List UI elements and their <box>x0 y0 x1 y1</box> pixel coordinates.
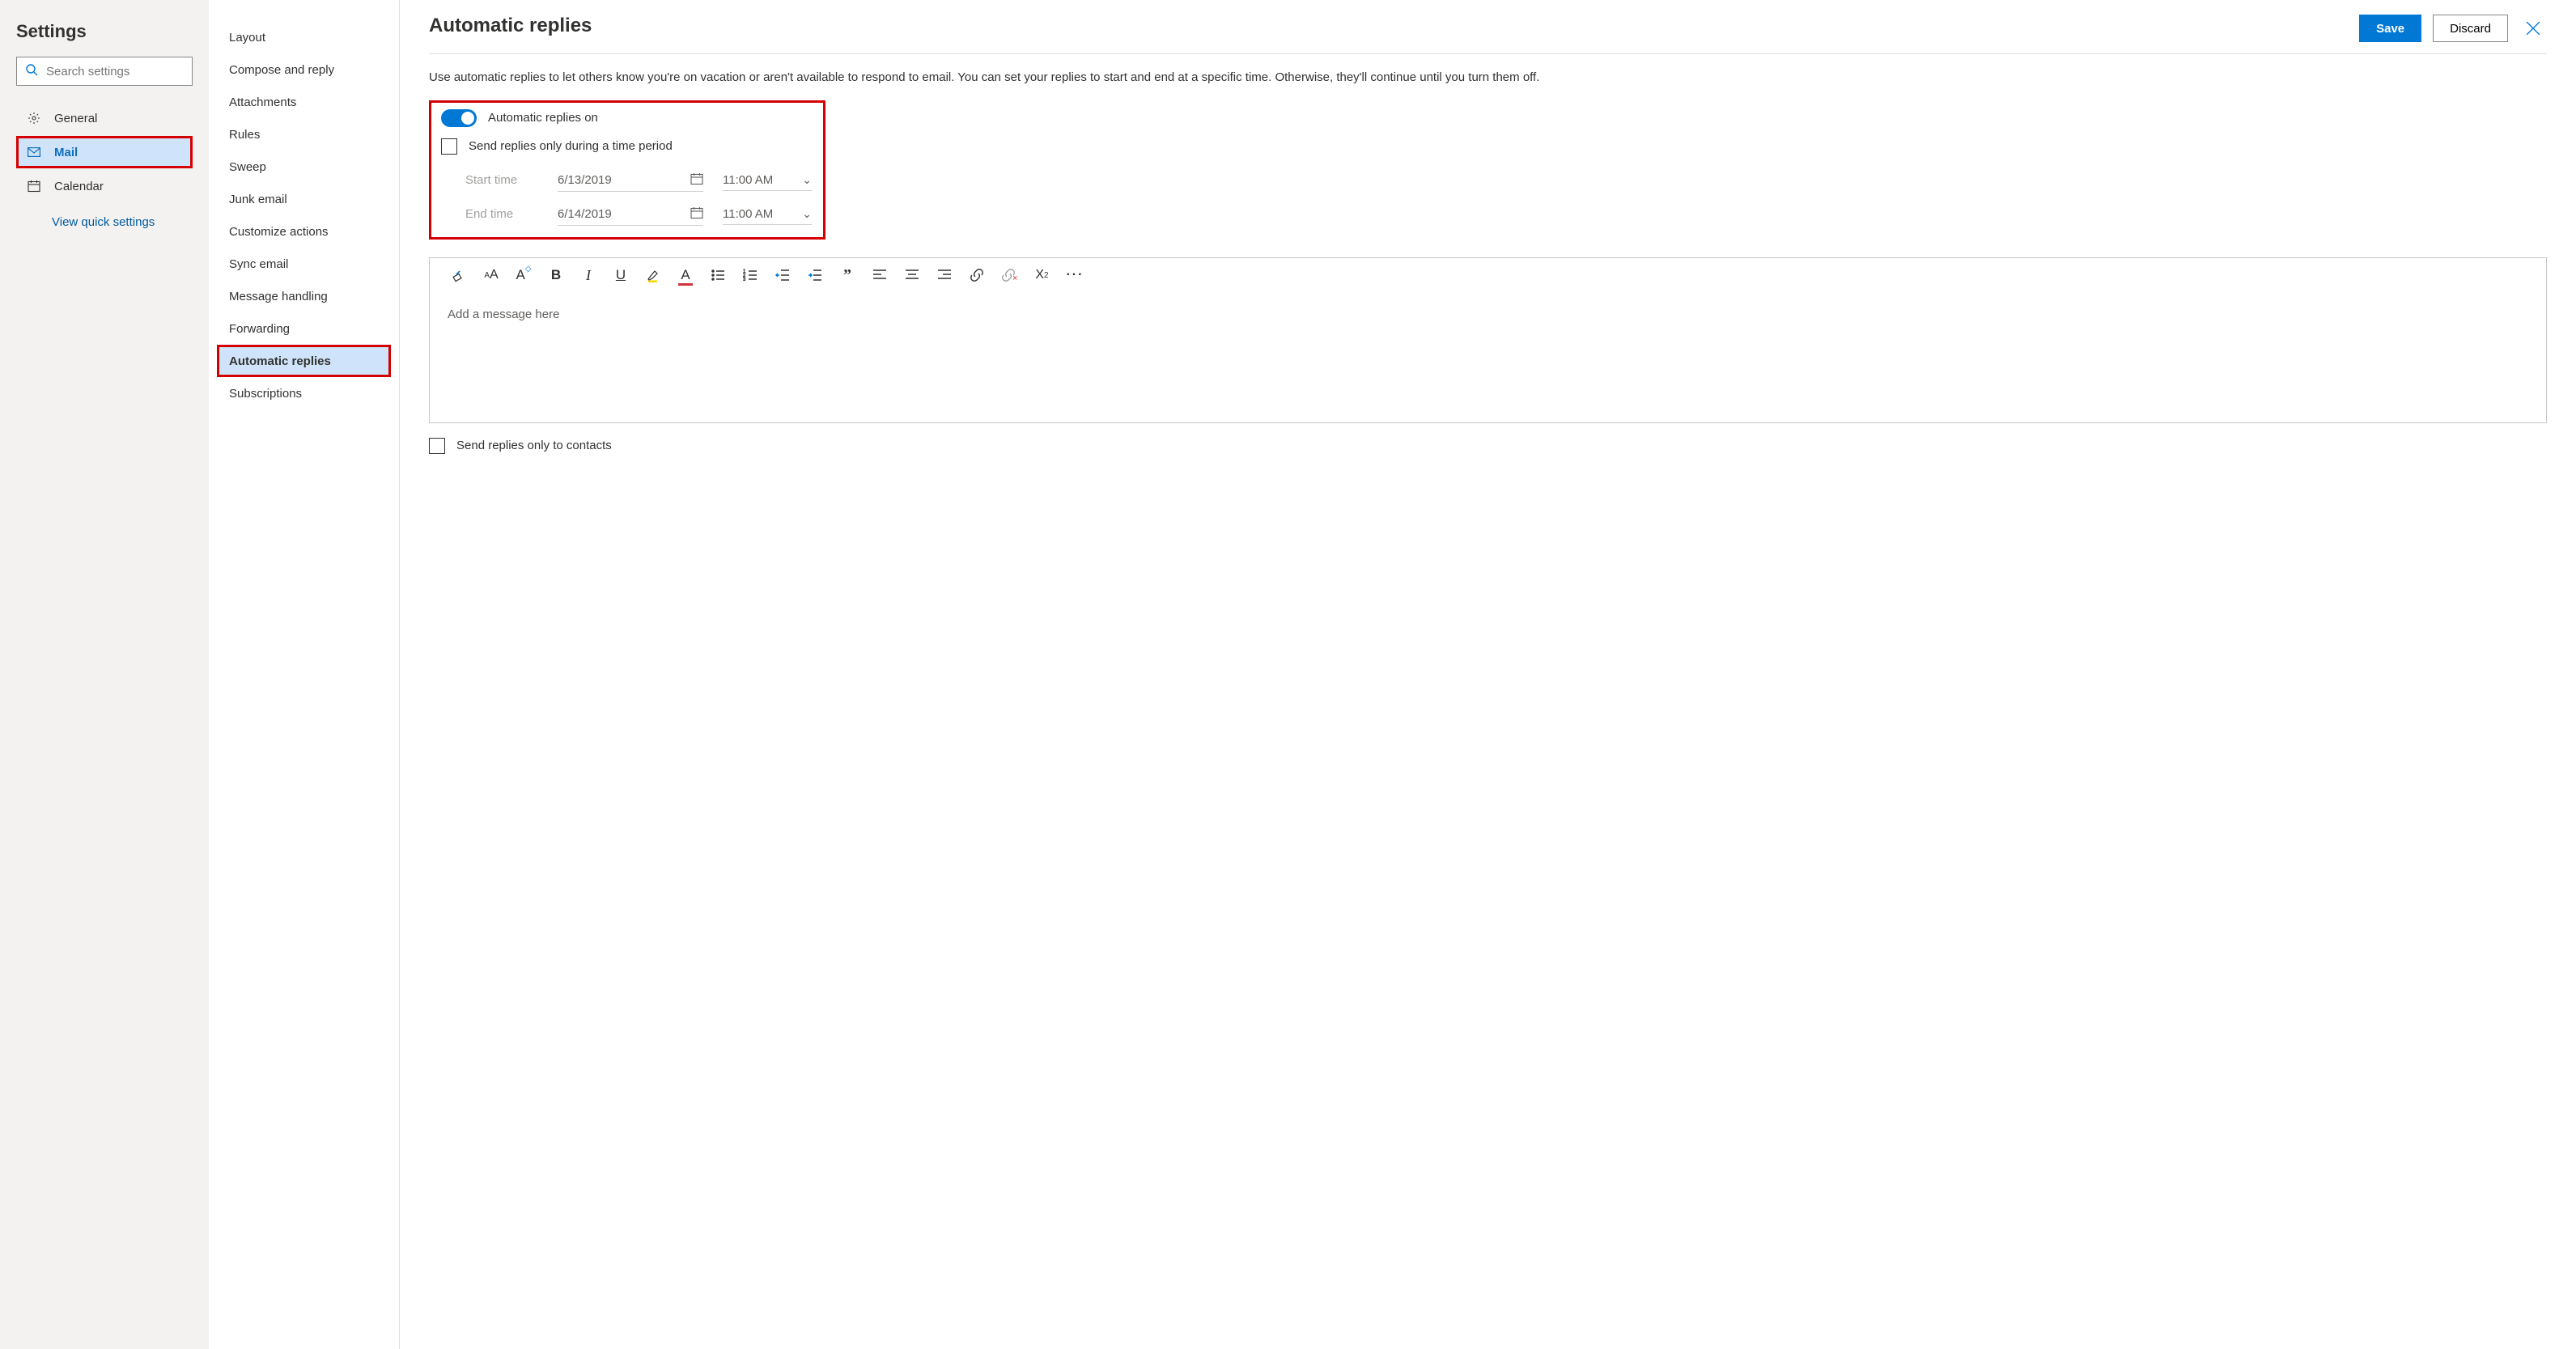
format-painter-icon[interactable] <box>451 268 467 282</box>
end-time-field[interactable]: 11:00 AM ⌄ <box>723 204 812 225</box>
chevron-down-icon: ⌄ <box>802 173 812 187</box>
period-checkbox-row: Send replies only during a time period <box>441 138 813 155</box>
main-header: Automatic replies Save Discard <box>429 15 2547 54</box>
end-date-value: 6/14/2019 <box>558 207 612 221</box>
subnav-compose-and-reply[interactable]: Compose and reply <box>217 53 391 86</box>
category-label: General <box>54 112 97 125</box>
subnav-layout[interactable]: Layout <box>217 21 391 53</box>
subnav-message-handling[interactable]: Message handling <box>217 280 391 312</box>
start-time-value: 11:00 AM <box>723 173 773 187</box>
auto-replies-toggle[interactable] <box>441 109 477 127</box>
header-actions: Save Discard <box>2359 15 2547 42</box>
start-time-label: Start time <box>465 173 538 187</box>
main-panel: Automatic replies Save Discard Use autom… <box>400 0 2576 1349</box>
auto-replies-toggle-label: Automatic replies on <box>488 111 598 125</box>
save-button[interactable]: Save <box>2359 15 2421 42</box>
subnav-attachments[interactable]: Attachments <box>217 86 391 118</box>
link-icon[interactable] <box>969 268 985 282</box>
subnav-sync-email[interactable]: Sync email <box>217 248 391 280</box>
chevron-down-icon: ⌄ <box>802 207 812 221</box>
align-left-icon[interactable] <box>872 268 888 282</box>
start-date-value: 6/13/2019 <box>558 173 612 187</box>
font-size-icon[interactable]: AA <box>483 268 499 282</box>
time-table: Start time 6/13/2019 11:00 AM ⌄ E <box>441 169 813 226</box>
font-color-icon[interactable]: A <box>677 267 694 283</box>
category-label: Calendar <box>54 180 104 193</box>
period-checkbox[interactable] <box>441 138 457 155</box>
highlight-icon[interactable] <box>645 268 661 282</box>
subnav-customize-actions[interactable]: Customize actions <box>217 215 391 248</box>
calendar-icon <box>25 180 43 193</box>
align-right-icon[interactable] <box>936 268 953 282</box>
mail-icon <box>25 147 43 157</box>
more-options-icon[interactable]: ··· <box>1066 268 1084 282</box>
search-input[interactable] <box>46 65 207 78</box>
subnav-forwarding[interactable]: Forwarding <box>217 312 391 345</box>
category-general[interactable]: General <box>16 102 193 134</box>
category-mail[interactable]: Mail <box>16 136 193 168</box>
start-date-field[interactable]: 6/13/2019 <box>558 169 703 192</box>
page-title: Automatic replies <box>429 15 592 37</box>
search-icon <box>25 63 46 79</box>
description-text: Use automatic replies to let others know… <box>429 69 2547 87</box>
subnav-junk-email[interactable]: Junk email <box>217 183 391 215</box>
font-style-icon[interactable]: A◇ <box>516 267 532 283</box>
period-checkbox-label: Send replies only during a time period <box>469 139 673 153</box>
message-editor: AA A◇ B I U A 123 <box>429 257 2547 423</box>
contacts-checkbox-label: Send replies only to contacts <box>456 439 612 452</box>
end-time-value: 11:00 AM <box>723 207 773 221</box>
unlink-icon[interactable]: × <box>1001 267 1017 283</box>
italic-icon[interactable]: I <box>580 267 596 284</box>
bullet-list-icon[interactable] <box>710 268 726 282</box>
close-icon[interactable] <box>2519 15 2547 42</box>
end-time-label: End time <box>465 207 538 221</box>
calendar-icon <box>690 172 703 188</box>
align-center-icon[interactable] <box>904 268 920 282</box>
svg-text:3: 3 <box>743 278 746 282</box>
editor-body[interactable]: Add a message here <box>430 293 2546 422</box>
subnav-rules[interactable]: Rules <box>217 118 391 151</box>
subnav-automatic-replies[interactable]: Automatic replies <box>217 345 391 377</box>
numbered-list-icon[interactable]: 123 <box>742 268 758 282</box>
calendar-icon <box>690 206 703 222</box>
bold-icon[interactable]: B <box>548 267 564 283</box>
start-time-row: Start time 6/13/2019 11:00 AM ⌄ <box>465 169 813 192</box>
editor-toolbar: AA A◇ B I U A 123 <box>430 258 2546 293</box>
subnav-subscriptions[interactable]: Subscriptions <box>217 377 391 409</box>
category-label: Mail <box>54 146 78 159</box>
auto-replies-toggle-row: Automatic replies on <box>441 109 813 127</box>
contacts-checkbox-row: Send replies only to contacts <box>429 438 2547 454</box>
settings-sidebar: Settings General Mail <box>0 0 209 1349</box>
quote-icon[interactable]: ” <box>839 266 855 285</box>
start-time-field[interactable]: 11:00 AM ⌄ <box>723 170 812 191</box>
search-settings[interactable] <box>16 57 193 86</box>
discard-button[interactable]: Discard <box>2433 15 2508 42</box>
subnav-sweep[interactable]: Sweep <box>217 151 391 183</box>
underline-icon[interactable]: U <box>613 267 629 283</box>
mail-subnav: Layout Compose and reply Attachments Rul… <box>209 0 400 1349</box>
outdent-icon[interactable] <box>774 268 791 282</box>
contacts-checkbox[interactable] <box>429 438 445 454</box>
settings-title: Settings <box>16 21 193 42</box>
view-quick-settings-link[interactable]: View quick settings <box>16 204 193 229</box>
indent-icon[interactable] <box>807 268 823 282</box>
gear-icon <box>25 112 43 125</box>
category-calendar[interactable]: Calendar <box>16 170 193 202</box>
end-date-field[interactable]: 6/14/2019 <box>558 203 703 226</box>
time-period-block: Automatic replies on Send replies only d… <box>429 100 825 240</box>
end-time-row: End time 6/14/2019 11:00 AM ⌄ <box>465 203 813 226</box>
superscript-icon[interactable]: X2 <box>1033 268 1050 282</box>
